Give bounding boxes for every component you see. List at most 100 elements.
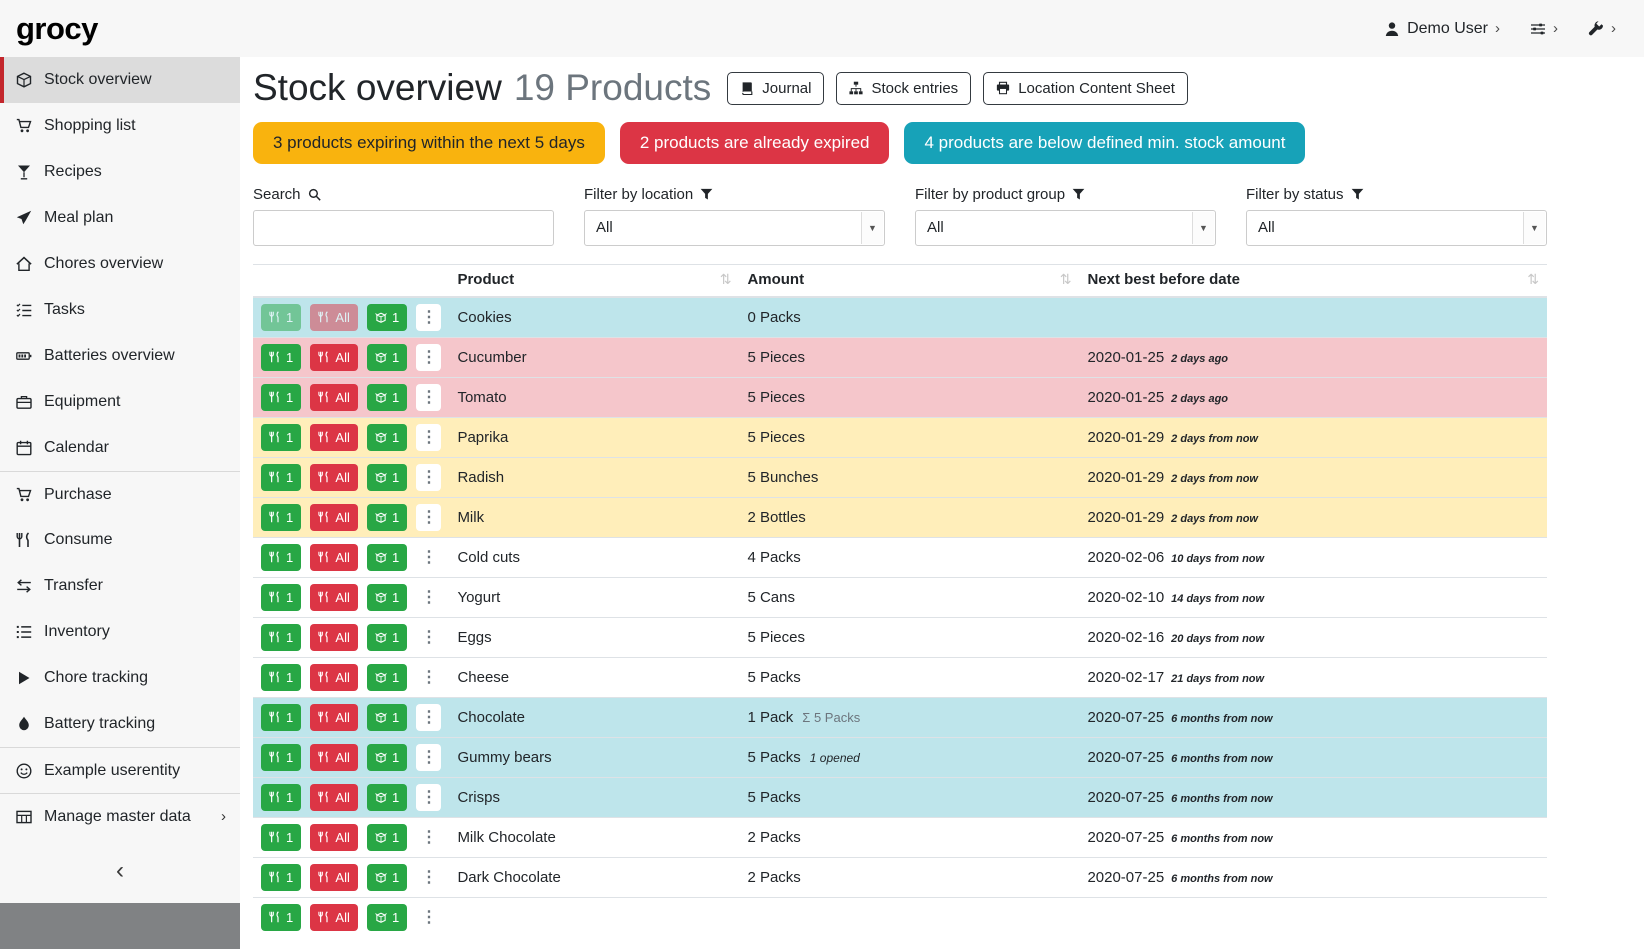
open-one-button[interactable]: 1: [367, 664, 407, 691]
row-menu-button[interactable]: ⋮: [416, 304, 441, 331]
consume-all-button[interactable]: All: [310, 304, 357, 331]
row-menu-button[interactable]: ⋮: [416, 784, 441, 811]
consume-all-button[interactable]: All: [310, 864, 357, 891]
consume-all-button[interactable]: All: [310, 664, 357, 691]
open-one-button[interactable]: 1: [367, 544, 407, 571]
sidebar-item-meal-plan[interactable]: Meal plan: [0, 195, 240, 241]
consume-all-button[interactable]: All: [310, 904, 357, 931]
open-one-button[interactable]: 1: [367, 384, 407, 411]
settings-menu[interactable]: ›: [1530, 20, 1558, 37]
column-header-date[interactable]: Next best before date⇅: [1079, 264, 1547, 297]
sidebar-item-transfer[interactable]: Transfer: [0, 563, 240, 609]
consume-one-button[interactable]: 1: [261, 704, 301, 731]
consume-one-button[interactable]: 1: [261, 424, 301, 451]
open-one-button[interactable]: 1: [367, 864, 407, 891]
sort-icon[interactable]: ⇅: [720, 271, 732, 288]
sort-icon[interactable]: ⇅: [1060, 271, 1072, 288]
row-menu-button[interactable]: ⋮: [416, 384, 441, 411]
row-menu-button[interactable]: ⋮: [416, 344, 441, 371]
consume-one-button[interactable]: 1: [261, 624, 301, 651]
consume-one-button[interactable]: 1: [261, 464, 301, 491]
row-menu-button[interactable]: ⋮: [416, 824, 441, 851]
row-menu-button[interactable]: ⋮: [416, 544, 441, 571]
consume-one-button[interactable]: 1: [261, 744, 301, 771]
consume-all-button[interactable]: All: [310, 504, 357, 531]
sidebar-item-batteries-overview[interactable]: Batteries overview: [0, 333, 240, 379]
consume-all-button[interactable]: All: [310, 704, 357, 731]
sidebar-item-inventory[interactable]: Inventory: [0, 609, 240, 655]
consume-one-button[interactable]: 1: [261, 784, 301, 811]
consume-all-button[interactable]: All: [310, 424, 357, 451]
admin-menu[interactable]: ›: [1588, 20, 1616, 37]
sidebar-item-battery-tracking[interactable]: Battery tracking: [0, 701, 240, 747]
sidebar-item-example-userentity[interactable]: Example userentity: [0, 747, 240, 793]
open-one-button[interactable]: 1: [367, 744, 407, 771]
row-menu-button[interactable]: ⋮: [416, 424, 441, 451]
sidebar-item-recipes[interactable]: Recipes: [0, 149, 240, 195]
consume-one-button[interactable]: 1: [261, 664, 301, 691]
sort-icon[interactable]: ⇅: [1527, 271, 1539, 288]
open-one-button[interactable]: 1: [367, 584, 407, 611]
column-header-amount[interactable]: Amount⇅: [739, 264, 1079, 297]
row-menu-button[interactable]: ⋮: [416, 584, 441, 611]
consume-one-button[interactable]: 1: [261, 864, 301, 891]
banner-below-min[interactable]: 4 products are below defined min. stock …: [904, 122, 1305, 164]
row-menu-button[interactable]: ⋮: [416, 504, 441, 531]
consume-all-button[interactable]: All: [310, 744, 357, 771]
consume-one-button[interactable]: 1: [261, 544, 301, 571]
consume-one-button[interactable]: 1: [261, 344, 301, 371]
sidebar-item-chore-tracking[interactable]: Chore tracking: [0, 655, 240, 701]
open-one-button[interactable]: 1: [367, 504, 407, 531]
open-one-button[interactable]: 1: [367, 904, 407, 931]
row-menu-button[interactable]: ⋮: [416, 464, 441, 491]
consume-all-button[interactable]: All: [310, 344, 357, 371]
consume-all-button[interactable]: All: [310, 824, 357, 851]
consume-one-button[interactable]: 1: [261, 824, 301, 851]
location-content-sheet-button[interactable]: Location Content Sheet: [983, 72, 1188, 105]
search-input[interactable]: [253, 210, 554, 246]
row-menu-button[interactable]: ⋮: [416, 864, 441, 891]
row-menu-button[interactable]: ⋮: [416, 744, 441, 771]
open-one-button[interactable]: 1: [367, 464, 407, 491]
sidebar-item-equipment[interactable]: Equipment: [0, 379, 240, 425]
row-menu-button[interactable]: ⋮: [416, 664, 441, 691]
open-one-button[interactable]: 1: [367, 344, 407, 371]
consume-one-button[interactable]: 1: [261, 384, 301, 411]
open-one-button[interactable]: 1: [367, 784, 407, 811]
sidebar-item-calendar[interactable]: Calendar: [0, 425, 240, 471]
stock-entries-button[interactable]: Stock entries: [836, 72, 971, 105]
sidebar-item-chores-overview[interactable]: Chores overview: [0, 241, 240, 287]
app-logo[interactable]: grocy: [16, 11, 98, 47]
banner-expired[interactable]: 2 products are already expired: [620, 122, 890, 164]
journal-button[interactable]: Journal: [727, 72, 824, 105]
consume-one-button[interactable]: 1: [261, 904, 301, 931]
user-menu[interactable]: Demo User ›: [1384, 20, 1500, 38]
product-group-select[interactable]: All▼: [915, 210, 1216, 246]
open-one-button[interactable]: 1: [367, 424, 407, 451]
location-select[interactable]: All▼: [584, 210, 885, 246]
sidebar-item-tasks[interactable]: Tasks: [0, 287, 240, 333]
consume-all-button[interactable]: All: [310, 624, 357, 651]
open-one-button[interactable]: 1: [367, 704, 407, 731]
row-menu-button[interactable]: ⋮: [416, 904, 441, 931]
consume-all-button[interactable]: All: [310, 784, 357, 811]
sidebar-item-consume[interactable]: Consume: [0, 517, 240, 563]
consume-one-button[interactable]: 1: [261, 584, 301, 611]
sidebar-item-stock-overview[interactable]: Stock overview: [0, 57, 240, 103]
column-header-product[interactable]: Product⇅: [449, 264, 739, 297]
consume-one-button[interactable]: 1: [261, 304, 301, 331]
sidebar-item-purchase[interactable]: Purchase: [0, 471, 240, 517]
consume-all-button[interactable]: All: [310, 584, 357, 611]
consume-all-button[interactable]: All: [310, 384, 357, 411]
row-menu-button[interactable]: ⋮: [416, 704, 441, 731]
consume-one-button[interactable]: 1: [261, 504, 301, 531]
row-menu-button[interactable]: ⋮: [416, 624, 441, 651]
status-select[interactable]: All▼: [1246, 210, 1547, 246]
open-one-button[interactable]: 1: [367, 304, 407, 331]
sidebar-item-manage-master-data[interactable]: Manage master data ›: [0, 793, 240, 839]
consume-all-button[interactable]: All: [310, 544, 357, 571]
sidebar-item-shopping-list[interactable]: Shopping list: [0, 103, 240, 149]
consume-all-button[interactable]: All: [310, 464, 357, 491]
open-one-button[interactable]: 1: [367, 624, 407, 651]
banner-expiring[interactable]: 3 products expiring within the next 5 da…: [253, 122, 605, 164]
